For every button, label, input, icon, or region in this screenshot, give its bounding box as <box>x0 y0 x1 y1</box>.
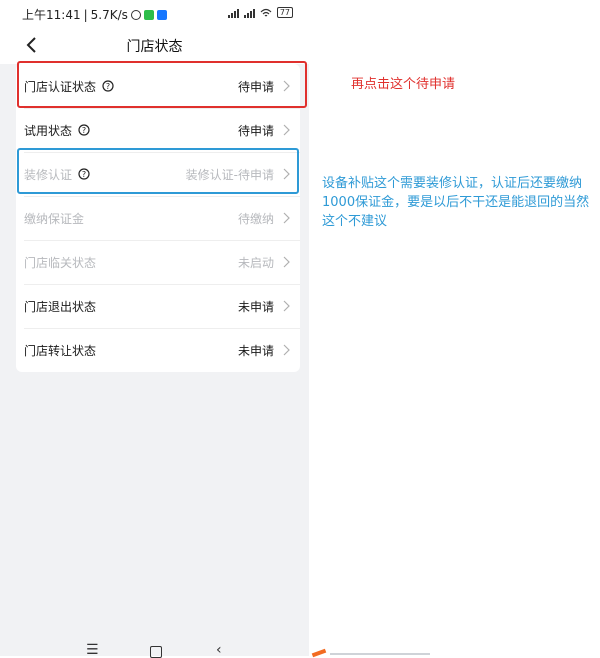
row-store-exit[interactable]: 门店退出状态 未申请 <box>16 284 300 328</box>
menu-icon[interactable]: ☰ <box>86 643 99 657</box>
status-bar: 上午11:41 | 5.7K/s 77 <box>0 0 309 28</box>
row-value: 待申请 <box>237 123 274 138</box>
gray-mark <box>330 653 430 655</box>
row-value: 待缴纳 <box>237 211 274 226</box>
home-icon[interactable] <box>150 646 162 658</box>
row-label: 缴纳保证金 <box>24 211 85 226</box>
chevron-right-icon <box>283 344 290 356</box>
row-label: 试用状态 <box>24 123 73 138</box>
row-store-transfer[interactable]: 门店转让状态 未申请 <box>16 328 300 372</box>
annotation-blue: 设备补贴这个需要装修认证，认证后还要缴纳1000保证金，要是以后不干还是能退回的… <box>322 176 590 229</box>
chevron-right-icon <box>283 212 290 224</box>
wechat-icon <box>143 9 154 20</box>
help-circle-icon[interactable]: ? <box>78 124 90 136</box>
chevron-right-icon <box>283 256 290 268</box>
battery-icon: 77 <box>276 7 293 18</box>
row-temporary-close[interactable]: 门店临关状态 未启动 <box>16 240 300 284</box>
row-value: 未申请 <box>237 299 274 314</box>
row-value: 未申请 <box>237 343 274 358</box>
row-label: 门店临关状态 <box>24 255 97 270</box>
row-label: 门店转让状态 <box>24 343 97 358</box>
chevron-right-icon <box>283 300 290 312</box>
nav-bar: 门店状态 <box>0 28 309 64</box>
chevron-right-icon <box>283 124 290 136</box>
status-time: 上午11:41 <box>22 8 81 22</box>
svg-text:?: ? <box>82 126 86 135</box>
wifi-icon <box>260 8 272 16</box>
annotation-red: 再点击这个待申请 <box>351 77 456 92</box>
row-label: 门店退出状态 <box>24 299 97 314</box>
row-deposit[interactable]: 缴纳保证金 待缴纳 <box>16 196 300 240</box>
app-icon <box>156 9 167 20</box>
network-speed: 5.7K/s <box>90 7 128 22</box>
signal-icon <box>227 8 239 18</box>
status-list: 门店认证状态 ? 待申请 试用状态 ? 待申请 装修认证 ? 装修认证-待申请 … <box>16 64 300 372</box>
row-trial-status[interactable]: 试用状态 ? 待申请 <box>16 108 300 152</box>
system-nav-bar: ☰ ‹ <box>0 640 309 658</box>
back-icon[interactable]: ‹ <box>216 643 222 657</box>
alarm-icon <box>130 9 141 20</box>
row-value: 未启动 <box>237 255 274 270</box>
highlight-box-red <box>17 61 307 108</box>
signal-2-icon <box>243 8 255 18</box>
page-title: 门店状态 <box>126 39 183 55</box>
highlight-box-blue <box>17 148 299 194</box>
